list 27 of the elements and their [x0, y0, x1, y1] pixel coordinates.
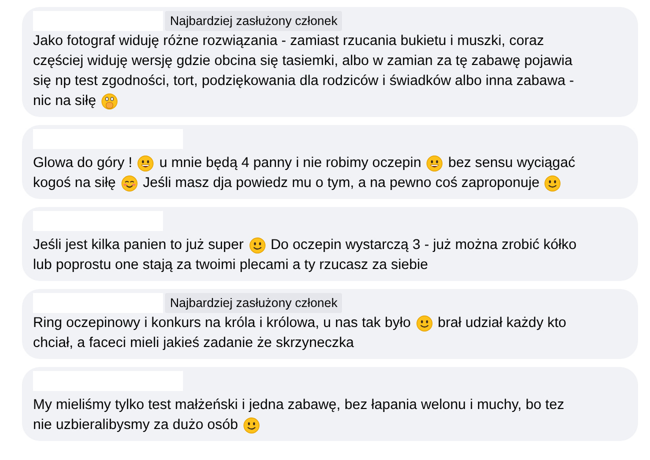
comment-text: nic na siłę [33, 92, 96, 110]
comment-text: My mieliśmy tylko test małżeński i jedna zabawę, bez łapania welonu i muchy, bo tez [33, 396, 564, 414]
blushing-emoji-icon [120, 174, 138, 192]
member-badge: Najbardziej zasłużony członek [165, 293, 342, 313]
comment-text: u mnie będą 4 panny i nie robimy oczepin [159, 154, 422, 172]
comment-text: nie uzbieralibysmy za dużo osób [33, 416, 238, 434]
comment-text: Glowa do góry ! [33, 154, 132, 172]
comment-text: częściej widuję wersję gdzie obcina się tasiemki, albo w zamian za tę zabawę pojawia [33, 52, 572, 70]
comment-text: Ring oczepinowy i konkurs na króla i królowa, u nas tak było [33, 314, 411, 332]
comment-text: brał udział każdy kto [438, 314, 566, 332]
smiley-emoji-icon [544, 174, 562, 192]
smiley-emoji-icon [243, 416, 260, 434]
smiley-emoji-icon [248, 236, 266, 254]
hand-over-mouth-emoji-icon [101, 92, 118, 110]
comment-text: lub poprostu one stają za twoimi plecami a ty rzucasz za siebie [33, 256, 428, 274]
comment-text: bez sensu wyciągać [448, 154, 576, 172]
member-badge: Najbardziej zasłużony członek [165, 11, 342, 31]
comment-text: kogoś na siłę [33, 174, 116, 192]
comment-text: Jeśli jest kilka panien to już super [33, 236, 244, 254]
grinning-emoji-icon [137, 154, 154, 172]
comment-text: Do oczepin wystarczą 3 - już można zrobić kółko [270, 236, 577, 254]
comment-text: Jako fotograf widuję różne rozwiązania - zamiast rzucania bukietu i muszki, coraz [33, 32, 544, 50]
smiley-emoji-icon [416, 314, 433, 332]
comment-text: się np test zgodności, tort, podziękowania dla rodziców i świadków albo inna zabawa - [33, 72, 574, 90]
comment-text: Jeśli masz dja powiedz mu o tym, a na pewno coś zaproponuje [142, 174, 540, 192]
comment-text: chciał, a faceci mieli jakieś zadanie że skrzyneczka [33, 334, 354, 352]
grinning-emoji-icon [426, 154, 444, 172]
